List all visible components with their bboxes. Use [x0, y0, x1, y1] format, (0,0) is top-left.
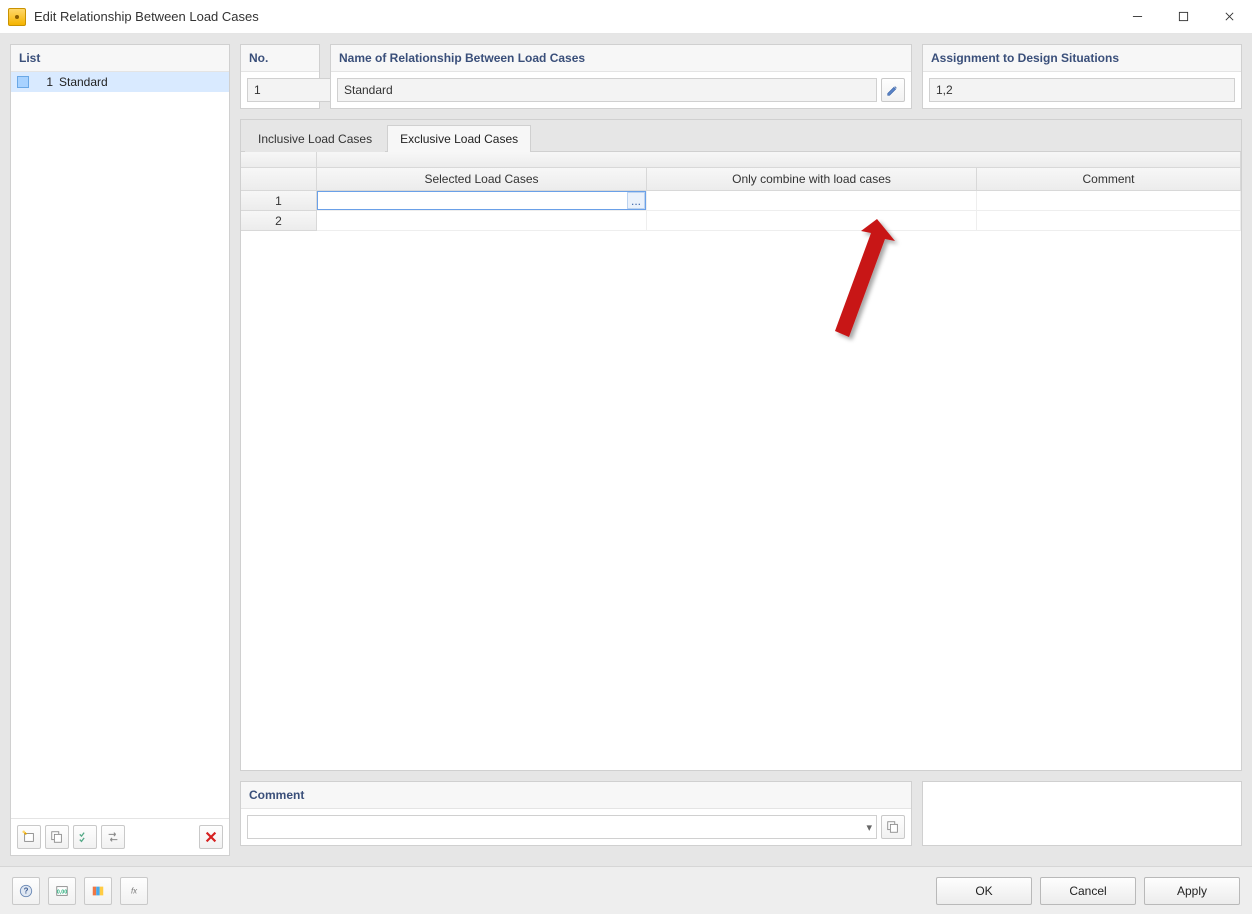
cell-selected[interactable] — [317, 211, 647, 231]
colors-button[interactable] — [84, 877, 112, 905]
check-button[interactable] — [73, 825, 97, 849]
list-toolbar — [11, 818, 229, 855]
units-button[interactable]: 0,00 — [48, 877, 76, 905]
list-item[interactable]: 1 Standard — [11, 72, 229, 92]
comment-header: Comment — [241, 782, 911, 809]
table-row: 1 ... — [241, 191, 1241, 211]
col-combine[interactable]: Only combine with load cases — [647, 168, 977, 191]
no-panel: No. — [240, 44, 320, 109]
table-row: 2 — [241, 211, 1241, 231]
annotation-arrow-icon — [805, 219, 915, 359]
cell-ellipsis-button[interactable]: ... — [627, 192, 645, 209]
help-button[interactable]: ? — [12, 877, 40, 905]
window-controls — [1114, 0, 1252, 33]
new-button[interactable] — [17, 825, 41, 849]
assign-input[interactable] — [929, 78, 1235, 102]
cell-comment[interactable] — [977, 191, 1241, 211]
grid-corner — [241, 152, 317, 168]
tab-exclusive[interactable]: Exclusive Load Cases — [387, 125, 531, 152]
bottom-row: Comment ▾ — [240, 781, 1242, 846]
copy-button[interactable] — [45, 825, 69, 849]
swap-button[interactable] — [101, 825, 125, 849]
right-column: No. Name of Relationship Between Load Ca… — [240, 44, 1242, 846]
cancel-button[interactable]: Cancel — [1040, 877, 1136, 905]
color-swatch-icon — [17, 76, 29, 88]
name-panel: Name of Relationship Between Load Cases — [330, 44, 912, 109]
maximize-button[interactable] — [1160, 0, 1206, 33]
svg-text:?: ? — [24, 886, 29, 895]
comment-library-button[interactable] — [881, 815, 905, 839]
grid-panel: Inclusive Load Cases Exclusive Load Case… — [240, 119, 1242, 771]
fx-button[interactable]: fx — [120, 877, 148, 905]
delete-button[interactable] — [199, 825, 223, 849]
assignment-panel: Assignment to Design Situations — [922, 44, 1242, 109]
row-header[interactable]: 2 — [241, 211, 317, 231]
cell-selected[interactable]: ... — [317, 191, 647, 211]
svg-text:fx: fx — [131, 886, 138, 895]
col-selected[interactable]: Selected Load Cases — [317, 168, 647, 191]
minimize-button[interactable] — [1114, 0, 1160, 33]
name-input[interactable] — [337, 78, 877, 102]
close-button[interactable] — [1206, 0, 1252, 33]
content-area: List 1 Standard — [0, 34, 1252, 866]
list-item-label: Standard — [59, 75, 108, 89]
row-header[interactable]: 1 — [241, 191, 317, 211]
top-fields-row: No. Name of Relationship Between Load Ca… — [240, 44, 1242, 109]
grid-header-row: Selected Load Cases Only combine with lo… — [241, 152, 1241, 191]
tabs: Inclusive Load Cases Exclusive Load Case… — [240, 119, 1242, 151]
grid-body[interactable]: 1 ... 2 — [241, 191, 1241, 770]
window-title: Edit Relationship Between Load Cases — [34, 9, 1114, 24]
cell-combine[interactable] — [647, 211, 977, 231]
footer: ? 0,00 fx OK Cancel Apply — [0, 866, 1252, 914]
edit-name-button[interactable] — [881, 78, 905, 102]
cell-combine[interactable] — [647, 191, 977, 211]
grid: Selected Load Cases Only combine with lo… — [240, 151, 1242, 771]
titlebar: Edit Relationship Between Load Cases — [0, 0, 1252, 34]
name-header: Name of Relationship Between Load Cases — [331, 45, 911, 72]
grid-corner2 — [241, 168, 317, 191]
comment-panel: Comment ▾ — [240, 781, 912, 846]
grid-spanner — [317, 152, 1241, 168]
list-panel: List 1 Standard — [10, 44, 230, 856]
list-header: List — [11, 45, 229, 72]
comment-combo[interactable]: ▾ — [247, 815, 877, 839]
ok-button[interactable]: OK — [936, 877, 1032, 905]
no-header: No. — [241, 45, 319, 72]
chevron-down-icon: ▾ — [866, 821, 872, 834]
tab-inclusive[interactable]: Inclusive Load Cases — [245, 125, 385, 152]
app-icon — [8, 8, 26, 26]
assign-header: Assignment to Design Situations — [923, 45, 1241, 72]
list-body[interactable]: 1 Standard — [11, 72, 229, 818]
bottom-side-panel — [922, 781, 1242, 846]
svg-text:0,00: 0,00 — [57, 889, 67, 895]
col-comment[interactable]: Comment — [977, 168, 1241, 191]
apply-button[interactable]: Apply — [1144, 877, 1240, 905]
list-item-num: 1 — [35, 75, 53, 89]
cell-comment[interactable] — [977, 211, 1241, 231]
